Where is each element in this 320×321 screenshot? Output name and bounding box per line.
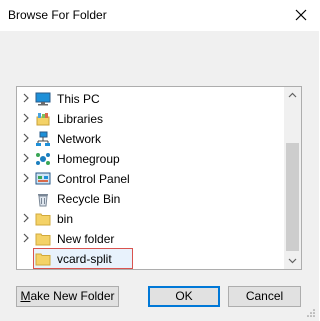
tree-item-recycle-bin[interactable]: Recycle Bin: [17, 189, 287, 209]
tree-item-label: Homegroup: [57, 152, 120, 166]
tree-item-label: Network: [57, 132, 102, 146]
close-icon: [295, 9, 307, 21]
chevron-right-icon[interactable]: [21, 113, 31, 123]
tree-item-control-panel[interactable]: Control Panel: [17, 169, 287, 189]
recycle-bin-icon: [38, 194, 48, 207]
close-button[interactable]: [283, 0, 319, 30]
make-new-folder-button[interactable]: Make New Folder: [16, 286, 119, 307]
tree-item-libraries[interactable]: Libraries: [17, 109, 287, 129]
ok-button[interactable]: OK: [148, 286, 220, 307]
tree-item-label: Control Panel: [57, 172, 130, 186]
tree-item-label: vcard-split: [57, 252, 112, 266]
chevron-right-icon[interactable]: [21, 213, 31, 223]
cancel-label: Cancel: [245, 289, 284, 303]
resize-grip-icon[interactable]: [306, 308, 316, 318]
ok-label: OK: [175, 289, 193, 303]
folder-icon: [35, 253, 51, 266]
dialog-title: Browse For Folder: [8, 8, 107, 22]
browse-for-folder-dialog: Browse For Folder This PC Libraries Netw…: [0, 0, 319, 321]
chevron-right-icon[interactable]: [21, 153, 31, 163]
libraries-icon: [36, 113, 50, 126]
chevron-right-icon[interactable]: [21, 233, 31, 243]
chevron-right-icon[interactable]: [21, 173, 31, 183]
tree-item-network[interactable]: Network: [17, 129, 287, 149]
title-bar: Browse For Folder: [0, 0, 319, 31]
tree-item-label: This PC: [57, 92, 100, 106]
monitor-icon: [35, 92, 51, 106]
vertical-scrollbar[interactable]: [284, 87, 301, 269]
mnemonic-letter: M: [20, 289, 31, 303]
network-icon: [36, 131, 50, 146]
homegroup-icon: [36, 153, 50, 165]
tree-item-vcard-split[interactable]: vcard-split: [17, 248, 287, 269]
tree-item-bin[interactable]: bin: [17, 209, 287, 229]
cancel-button[interactable]: Cancel: [228, 286, 301, 307]
tree-item-label: New folder: [57, 232, 115, 246]
tree-item-label: Recycle Bin: [57, 192, 121, 206]
scroll-down-button[interactable]: [284, 252, 301, 269]
chevron-right-icon[interactable]: [21, 133, 31, 143]
chevron-right-icon[interactable]: [21, 93, 31, 103]
make-new-folder-label: ake New Folder: [30, 289, 115, 303]
tree-item-label: Libraries: [57, 112, 104, 126]
tree-item-this-pc[interactable]: This PC: [17, 89, 287, 109]
scroll-up-button[interactable]: [284, 87, 301, 104]
scrollbar-thumb[interactable]: [286, 143, 299, 251]
folder-tree[interactable]: This PC Libraries Network Homegroup Cont…: [16, 86, 302, 270]
chevron-up-icon: [288, 92, 297, 98]
tree-item-new-folder[interactable]: New folder: [17, 229, 287, 249]
folder-icon: [35, 213, 51, 226]
tree-item-label: bin: [57, 212, 74, 226]
chevron-down-icon: [288, 258, 297, 264]
folder-icon: [35, 233, 51, 246]
tree-item-homegroup[interactable]: Homegroup: [17, 149, 287, 169]
control-panel-icon: [35, 172, 51, 185]
